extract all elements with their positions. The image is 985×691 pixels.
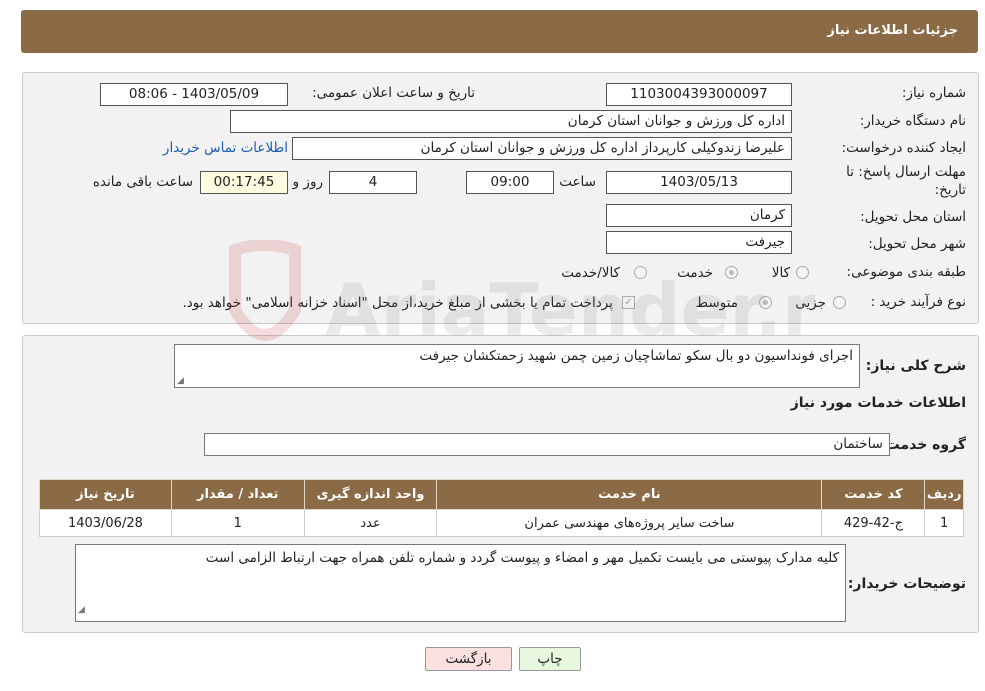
process-label: نوع فرآیند خرید : [870,294,966,310]
treasury-payment-checkbox[interactable]: ✓ [622,296,635,309]
city-label: شهر محل تحویل: [868,236,966,252]
cell-need-date: 1403/06/28 [39,509,172,537]
deadline-label: مهلت ارسال پاسخ: تا [846,164,966,180]
deadline-time-field: 09:00 [466,171,554,194]
announce-label: تاریخ و ساعت اعلان عمومی: [312,85,475,101]
service-group-field: ساختمان [204,433,890,456]
cell-service-code: ج-42-429 [821,509,926,537]
announce-field: 1403/05/09 - 08:06 [100,83,288,106]
buyer-contact-link[interactable]: اطلاعات تماس خریدار [163,140,288,156]
cell-unit: عدد [303,509,438,537]
page-title: جزئیات اطلاعات نیاز [827,23,958,38]
payment-note: پرداخت تمام یا بخشی از مبلغ خرید،از محل … [182,295,613,311]
need-details-panel: شرح کلی نیاز: اجرای فونداسیون دو بال سکو… [22,335,979,633]
category-option-service-label: خدمت [677,265,713,281]
page-header: جزئیات اطلاعات نیاز [21,10,978,53]
deadline-date-label: تاریخ: [934,182,966,198]
category-option-both-label: کالا/خدمت [561,265,620,281]
col-quantity: تعداد / مقدار [170,479,305,510]
cell-row-number: 1 [924,509,964,537]
creator-label: ایجاد کننده درخواست: [841,140,966,156]
cell-service-name: ساخت سایر پروژه‌های مهندسی عمران [436,509,823,537]
back-button[interactable]: بازگشت [425,647,512,671]
col-unit: واحد اندازه گیری [303,479,438,510]
buyer-field: اداره کل ورزش و جوانان استان کرمان [230,110,792,133]
services-heading: اطلاعات خدمات مورد نیاز [790,395,966,411]
category-option-service-radio[interactable] [725,266,738,279]
category-label: طبقه بندی موضوعی: [846,264,966,280]
col-service-code: کد خدمت [821,479,926,510]
deadline-date-field: 1403/05/13 [606,171,792,194]
remaining-label: ساعت باقی مانده [92,174,193,190]
buyer-notes-label: توضیحات خریدار: [847,576,966,592]
need-info-panel: شماره نیاز: 1103004393000097 تاریخ و ساع… [22,72,979,324]
province-label: استان محل تحویل: [860,209,966,225]
buyer-notes-text: کلیه مدارک پیوستی می بایست تکمیل مهر و ا… [205,550,839,566]
process-option-minor-radio[interactable] [833,296,846,309]
description-textarea[interactable]: اجرای فونداسیون دو بال سکو تماشاچیان زمی… [174,344,860,388]
resize-handle-icon[interactable]: ◢ [78,600,85,620]
category-option-both-radio[interactable] [634,266,647,279]
resize-handle-icon[interactable]: ◢ [177,376,184,386]
description-label: شرح کلی نیاز: [865,358,966,374]
need-number-field: 1103004393000097 [606,83,792,106]
province-field: کرمان [606,204,792,227]
table-row: 1 ج-42-429 ساخت سایر پروژه‌های مهندسی عم… [39,509,964,537]
category-option-goods-label: کالا [771,265,790,281]
process-option-medium-label: متوسط [695,295,738,311]
time-label: ساعت [559,174,596,190]
category-option-goods-radio[interactable] [796,266,809,279]
services-table: ردیف کد خدمت نام خدمت واحد اندازه گیری ت… [39,479,964,537]
process-option-minor-label: جزیی [795,295,826,311]
days-label: روز و [292,174,323,190]
cell-quantity: 1 [170,509,305,537]
description-text: اجرای فونداسیون دو بال سکو تماشاچیان زمی… [419,348,853,364]
service-group-label: گروه خدمت: [880,437,966,453]
buyer-notes-textarea[interactable]: کلیه مدارک پیوستی می بایست تکمیل مهر و ا… [75,544,846,622]
col-service-name: نام خدمت [436,479,823,510]
city-field: جیرفت [606,231,792,254]
col-need-date: تاریخ نیاز [39,479,172,510]
remaining-time-field: 00:17:45 [200,171,288,194]
days-field: 4 [329,171,417,194]
process-option-medium-radio[interactable] [759,296,772,309]
need-number-label: شماره نیاز: [901,85,966,101]
col-row-number: ردیف [924,479,964,510]
table-header-row: ردیف کد خدمت نام خدمت واحد اندازه گیری ت… [39,479,964,510]
print-button[interactable]: چاپ [519,647,581,671]
buyer-label: نام دستگاه خریدار: [859,113,966,129]
creator-field: علیرضا زندوکیلی کارپرداز اداره کل ورزش و… [292,137,792,160]
